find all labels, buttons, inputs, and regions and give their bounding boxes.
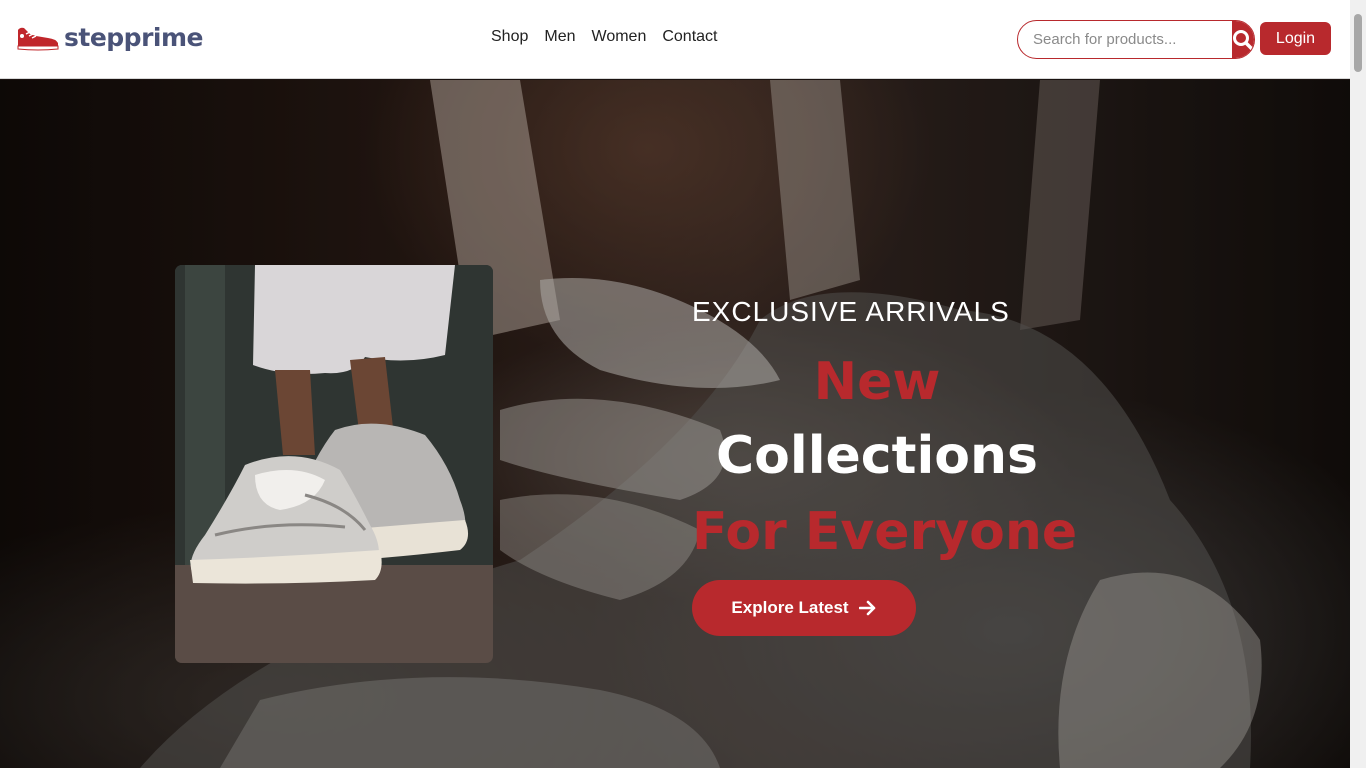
search-input[interactable]	[1018, 21, 1232, 58]
sneaker-photo	[175, 265, 493, 663]
hero-section: EXCLUSIVE ARRIVALS New Collections For E…	[0, 80, 1350, 768]
brand-logo[interactable]: stepprime	[16, 22, 203, 52]
page-scrollbar[interactable]	[1350, 0, 1366, 768]
nav-contact[interactable]: Contact	[662, 28, 717, 46]
scrollbar-thumb[interactable]	[1354, 14, 1362, 72]
nav-women[interactable]: Women	[592, 28, 647, 46]
sneaker-icon	[17, 27, 59, 51]
search-icon	[1233, 29, 1254, 50]
main-nav: Shop Men Women Contact	[491, 28, 733, 46]
featured-product-image	[175, 265, 493, 663]
nav-men[interactable]: Men	[544, 28, 575, 46]
hero-eyebrow: EXCLUSIVE ARRIVALS	[692, 296, 1010, 327]
login-button[interactable]: Login	[1260, 22, 1331, 55]
hero-copy: EXCLUSIVE ARRIVALS New Collections For E…	[692, 296, 1092, 636]
site-header: stepprime Shop Men Women Contact Login	[0, 0, 1350, 79]
headline-line-2: Collections	[715, 426, 1038, 486]
search-button[interactable]	[1232, 21, 1254, 58]
hero-headline: New Collections For Everyone	[692, 348, 1092, 568]
brand-name: stepprime	[64, 22, 203, 52]
nav-shop[interactable]: Shop	[491, 28, 528, 46]
headline-line-1: New	[813, 352, 941, 412]
arrow-right-icon	[858, 600, 875, 616]
explore-latest-button[interactable]: Explore Latest	[692, 580, 916, 636]
search-bar	[1017, 20, 1255, 59]
headline-line-3: For Everyone	[692, 502, 1078, 562]
cta-label: Explore Latest	[731, 598, 849, 617]
